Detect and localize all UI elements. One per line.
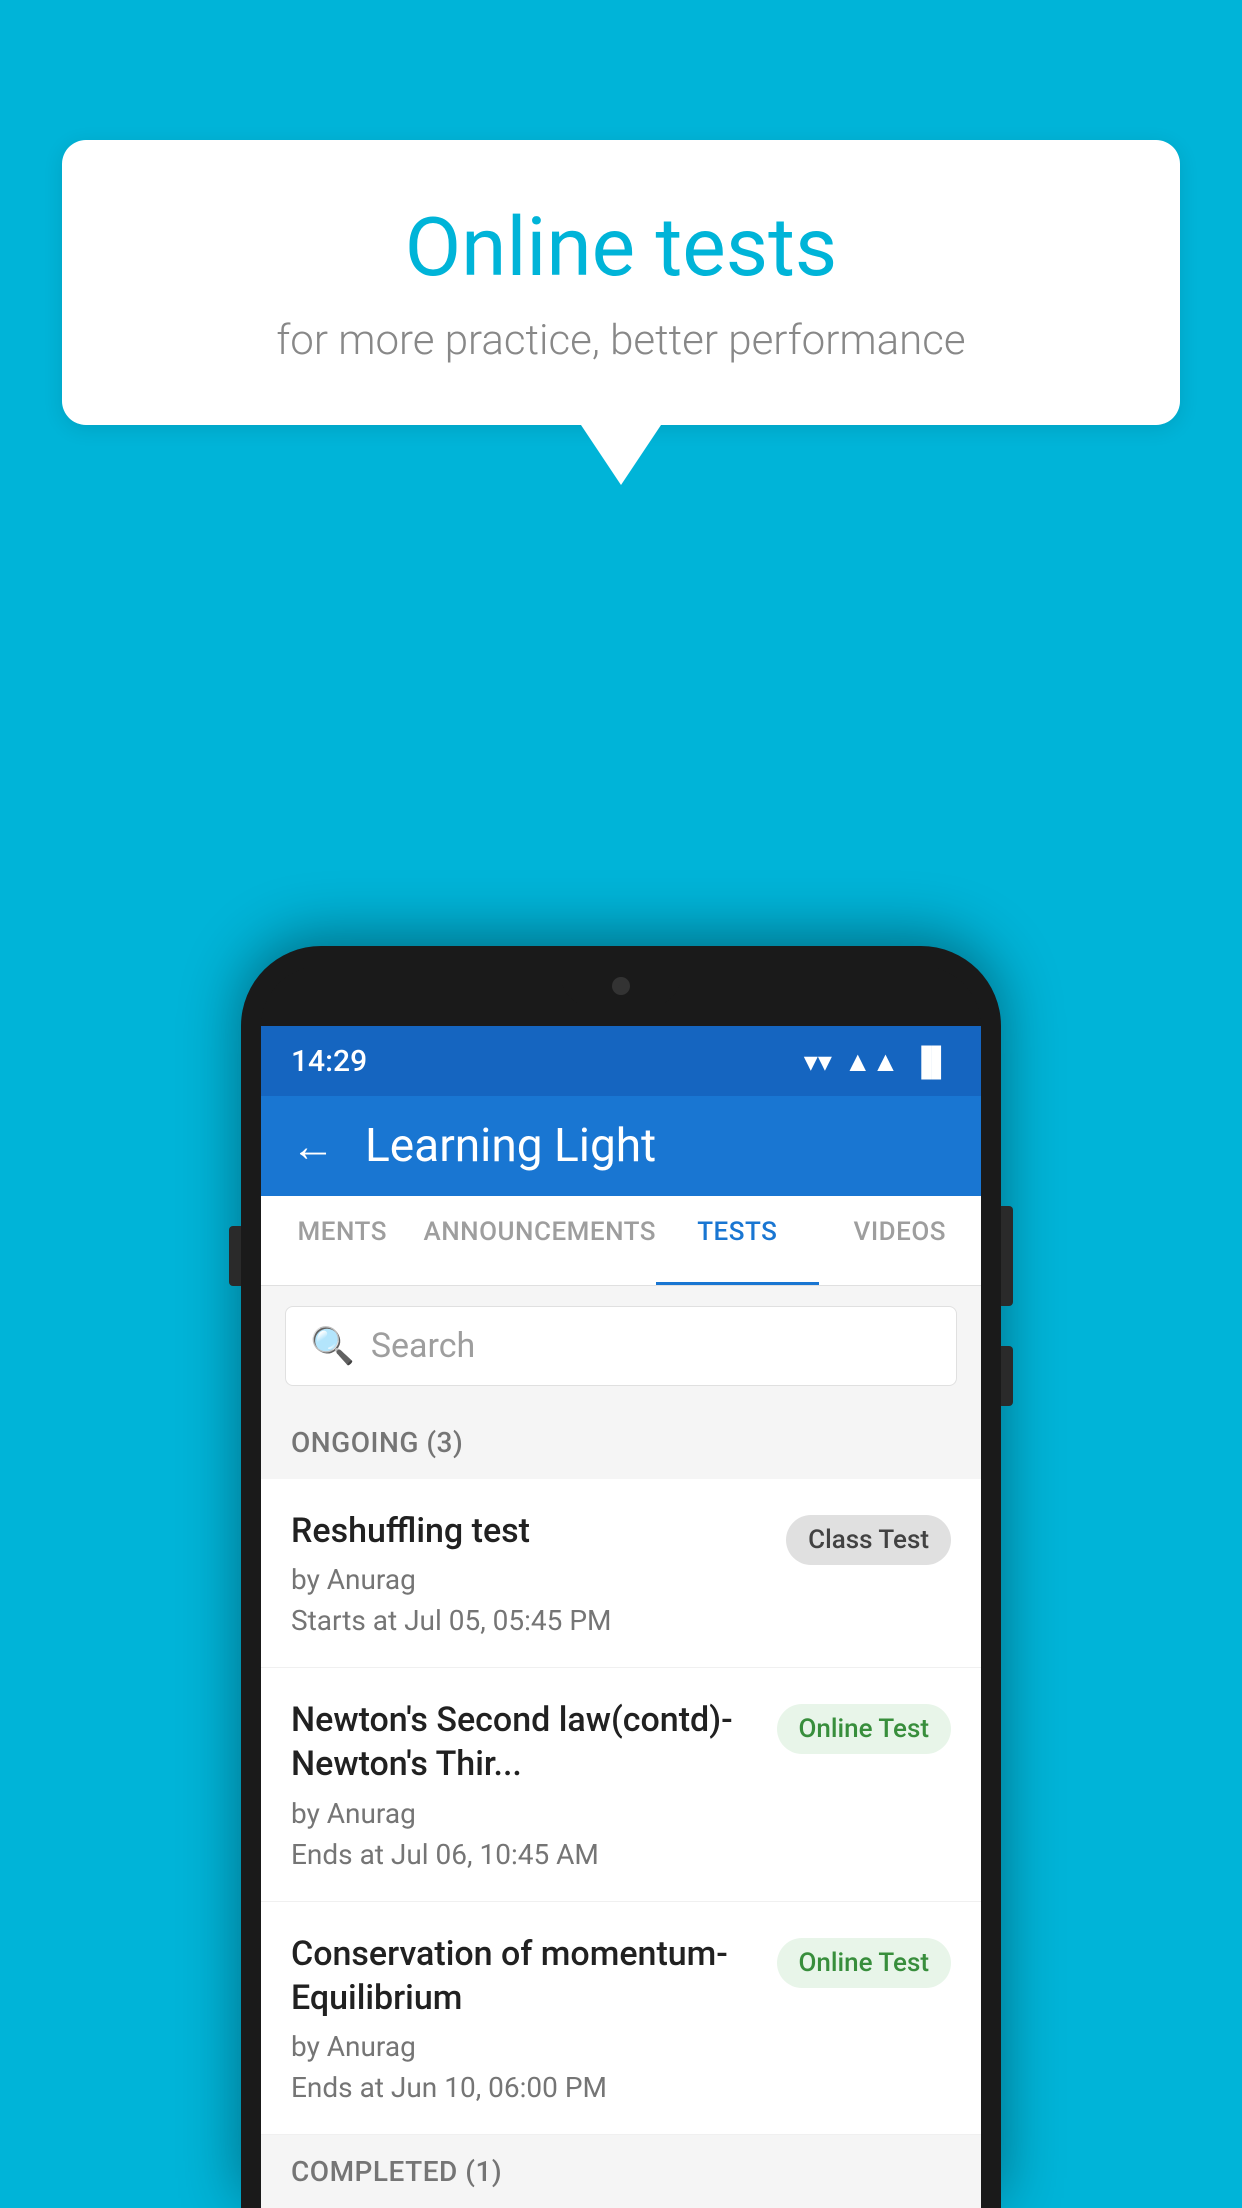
- phone-screen: 14:29 ▾▾ ▲▲ ▐▌ ← Learning Light MENTS: [261, 1026, 981, 2208]
- search-placeholder: Search: [371, 1326, 475, 1366]
- test-name: Reshuffling test: [291, 1509, 766, 1553]
- speech-bubble-section: Online tests for more practice, better p…: [62, 140, 1180, 485]
- volume-button: [229, 1226, 241, 1286]
- status-icons: ▾▾ ▲▲ ▐▌: [804, 1045, 951, 1078]
- completed-label: COMPLETED (1): [291, 2155, 502, 2188]
- bubble-title: Online tests: [112, 200, 1130, 296]
- test-time: Ends at Jun 10, 06:00 PM: [291, 2071, 757, 2104]
- camera: [612, 977, 630, 995]
- test-item[interactable]: Conservation of momentum-Equilibrium by …: [261, 1902, 981, 2135]
- phone-container: 14:29 ▾▾ ▲▲ ▐▌ ← Learning Light MENTS: [241, 946, 1001, 2208]
- test-list: Reshuffling test by Anurag Starts at Jul…: [261, 1479, 981, 2135]
- tab-bar: MENTS ANNOUNCEMENTS TESTS VIDEOS: [261, 1196, 981, 1286]
- test-badge: Class Test: [786, 1515, 951, 1565]
- test-author: by Anurag: [291, 2030, 757, 2063]
- test-info: Conservation of momentum-Equilibrium by …: [291, 1932, 777, 2104]
- ongoing-label: ONGOING (3): [291, 1426, 463, 1459]
- test-time: Ends at Jul 06, 10:45 AM: [291, 1838, 757, 1871]
- power-button: [1001, 1206, 1013, 1306]
- phone-bezel: [261, 966, 981, 1026]
- search-bar[interactable]: 🔍 Search: [285, 1306, 957, 1386]
- test-name: Newton's Second law(contd)-Newton's Thir…: [291, 1698, 757, 1786]
- app-header: ← Learning Light: [261, 1096, 981, 1196]
- test-time: Starts at Jul 05, 05:45 PM: [291, 1604, 766, 1637]
- tab-announcements[interactable]: ANNOUNCEMENTS: [423, 1196, 656, 1285]
- test-info: Reshuffling test by Anurag Starts at Jul…: [291, 1509, 786, 1637]
- status-bar: 14:29 ▾▾ ▲▲ ▐▌: [261, 1026, 981, 1096]
- test-item[interactable]: Reshuffling test by Anurag Starts at Jul…: [261, 1479, 981, 1668]
- tab-videos[interactable]: VIDEOS: [819, 1196, 981, 1285]
- back-button[interactable]: ←: [291, 1120, 335, 1172]
- speech-bubble-tail: [581, 425, 661, 485]
- bubble-subtitle: for more practice, better performance: [112, 316, 1130, 365]
- test-item[interactable]: Newton's Second law(contd)-Newton's Thir…: [261, 1668, 981, 1901]
- test-badge: Online Test: [777, 1704, 952, 1754]
- tab-tests[interactable]: TESTS: [656, 1196, 818, 1285]
- ongoing-section-header: ONGOING (3): [261, 1406, 981, 1479]
- battery-icon: ▐▌: [911, 1045, 951, 1078]
- completed-section-header: COMPLETED (1): [261, 2135, 981, 2208]
- test-info: Newton's Second law(contd)-Newton's Thir…: [291, 1698, 777, 1870]
- wifi-icon: ▾▾: [804, 1045, 832, 1078]
- search-icon: 🔍: [310, 1325, 355, 1367]
- search-container: 🔍 Search: [261, 1286, 981, 1406]
- speech-bubble: Online tests for more practice, better p…: [62, 140, 1180, 425]
- test-author: by Anurag: [291, 1563, 766, 1596]
- signal-icon: ▲▲: [844, 1045, 899, 1078]
- status-time: 14:29: [291, 1044, 367, 1079]
- phone-wrapper: 14:29 ▾▾ ▲▲ ▐▌ ← Learning Light MENTS: [241, 946, 1001, 2208]
- test-author: by Anurag: [291, 1797, 757, 1830]
- tab-assignments[interactable]: MENTS: [261, 1196, 423, 1285]
- test-badge: Online Test: [777, 1938, 952, 1988]
- test-name: Conservation of momentum-Equilibrium: [291, 1932, 757, 2020]
- app-title: Learning Light: [365, 1119, 656, 1173]
- phone-notch: [561, 966, 681, 1006]
- volume-down-button: [1001, 1346, 1013, 1406]
- phone-frame: 14:29 ▾▾ ▲▲ ▐▌ ← Learning Light MENTS: [241, 946, 1001, 2208]
